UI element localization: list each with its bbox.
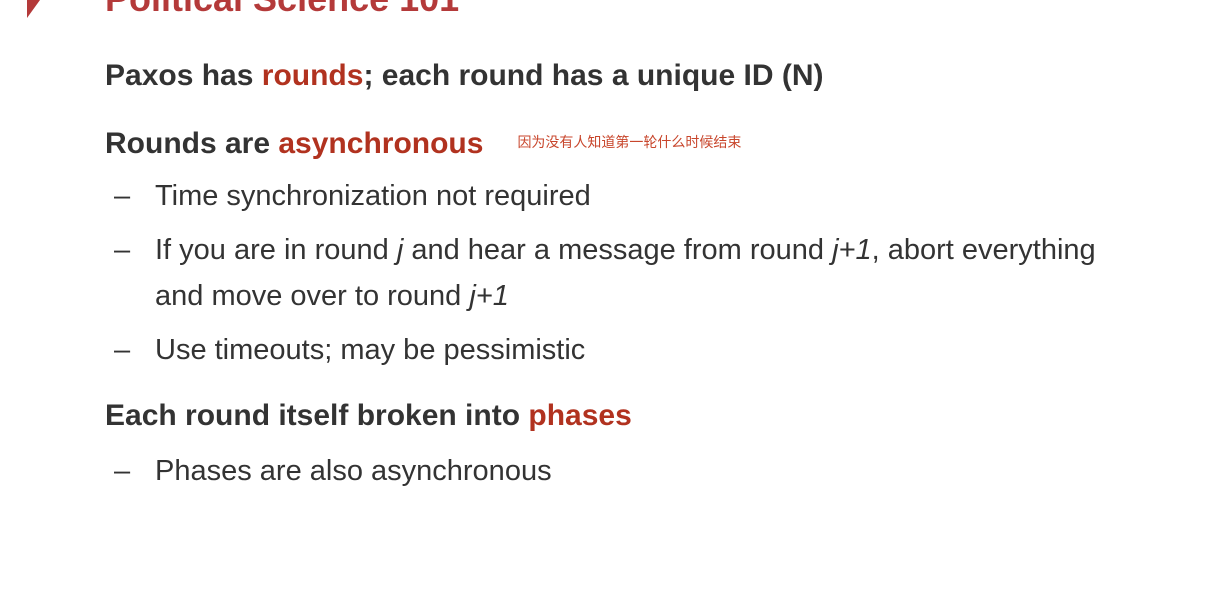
heading-rounds: Paxos has rounds; each round has a uniqu… (105, 59, 823, 93)
dash-2: – (114, 234, 131, 266)
s2-c: , abort everything (871, 234, 1096, 266)
corner-accent-mark (27, 0, 40, 18)
s2-a: If you are in round (155, 234, 397, 266)
heading-rounds-accent: rounds (261, 59, 364, 92)
heading-phases: Each round itself broken into phases (105, 399, 632, 433)
heading-async: Rounds are asynchronous 因为没有人知道第一轮什么时候结束 (105, 127, 741, 161)
sub-bullet-abort-line2: and move over to round j+1 (155, 280, 509, 313)
sub-bullet-abort-line1: If you are in round j and hear a message… (155, 234, 1096, 267)
handwritten-note: 因为没有人知道第一轮什么时候结束 (517, 134, 742, 150)
sub-bullet-phases-async: Phases are also asynchronous (155, 455, 552, 487)
heading-async-pre: Rounds are (105, 127, 279, 160)
heading-rounds-pre: Paxos has (105, 59, 262, 92)
sub-bullet-timeouts: Use timeouts; may be pessimistic (155, 334, 586, 366)
heading-phases-pre: Each round itself broken into (105, 399, 529, 432)
s2-j1b: j+1 (469, 280, 509, 312)
dash-3: – (114, 334, 131, 366)
heading-async-accent: asynchronous (278, 127, 484, 160)
heading-phases-accent: phases (528, 399, 632, 432)
s2-d: and move over to round (155, 280, 470, 312)
slide-title: Political Science 101 (105, 0, 459, 20)
s2-j1: j+1 (832, 234, 872, 266)
heading-rounds-post: ; each round has a unique ID (N) (363, 59, 824, 92)
dash-1: – (114, 180, 131, 212)
s2-b: and hear a message from round (403, 234, 833, 266)
sub-bullet-time-sync: Time synchronization not required (155, 180, 591, 212)
dash-4: – (114, 455, 131, 487)
